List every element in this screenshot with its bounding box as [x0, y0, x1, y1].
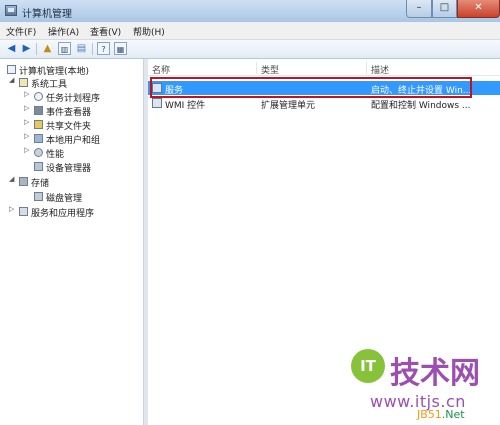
- expand-arrow-icon[interactable]: ▷: [24, 118, 32, 126]
- computer-management-icon: [5, 5, 17, 16]
- toolbar-separator: [36, 43, 37, 55]
- clock-icon: [34, 92, 43, 101]
- performance-icon: [34, 148, 43, 157]
- close-button[interactable]: ✕: [457, 0, 500, 18]
- expand-arrow-icon[interactable]: ▷: [24, 104, 32, 112]
- up-folder-icon[interactable]: ▲: [41, 42, 54, 55]
- menu-action[interactable]: 操作(A): [48, 25, 79, 38]
- column-header: 名称 类型 描述: [148, 59, 500, 76]
- forward-arrow-icon[interactable]: ▶: [20, 42, 33, 55]
- wmi-control-icon: [152, 98, 162, 108]
- expand-arrow-icon[interactable]: ▷: [24, 90, 32, 98]
- expand-arrow-icon[interactable]: ◢: [9, 175, 17, 183]
- properties-icon[interactable]: ▦: [114, 42, 127, 55]
- tools-icon: [19, 78, 28, 87]
- column-name[interactable]: 名称: [152, 63, 170, 76]
- column-description[interactable]: 描述: [371, 63, 389, 76]
- window-title: 计算机管理: [22, 9, 72, 20]
- expand-arrow-icon[interactable]: ▷: [24, 146, 32, 154]
- menu-view[interactable]: 查看(V): [90, 25, 121, 38]
- services-icon: [152, 83, 162, 93]
- cell-type: 扩展管理单元: [261, 101, 316, 111]
- column-divider[interactable]: [366, 62, 367, 74]
- menu-bar: 文件(F) 操作(A) 查看(V) 帮助(H): [0, 22, 500, 40]
- cell-description: 启动、终止并设置 Win...: [371, 86, 472, 96]
- show-hide-tree-icon[interactable]: ▥: [58, 42, 71, 55]
- event-viewer-icon: [34, 106, 43, 115]
- back-arrow-icon[interactable]: ◀: [5, 42, 18, 55]
- column-divider[interactable]: [256, 62, 257, 74]
- column-type[interactable]: 类型: [261, 63, 279, 76]
- watermark-secondary-url-part2: .Net: [441, 408, 465, 421]
- list-item-services[interactable]: 服务 启动、终止并设置 Win...: [148, 81, 500, 96]
- watermark-secondary-url: JB51.Net: [417, 408, 465, 421]
- cell-name: WMI 控件: [165, 101, 206, 111]
- toolbar-separator: [92, 43, 93, 55]
- minimize-button[interactable]: –: [406, 0, 432, 18]
- watermark-secondary-url-part1: JB51: [417, 408, 442, 421]
- services-apps-icon: [19, 207, 28, 216]
- toolbar: ◀ ▶ ▲ ▥ ▤ ? ▦: [0, 40, 500, 59]
- storage-icon: [19, 177, 28, 186]
- users-icon: [34, 134, 43, 143]
- watermark-site-name: 技术网: [390, 356, 480, 391]
- title-bar: 计算机管理 – □ ✕: [0, 0, 500, 23]
- cell-description: 配置和控制 Windows ...: [371, 101, 471, 111]
- computer-icon: [7, 65, 16, 74]
- expand-arrow-icon[interactable]: ◢: [9, 76, 17, 84]
- help-icon[interactable]: ?: [97, 42, 110, 55]
- shared-folder-icon: [34, 120, 43, 129]
- navigation-tree: 计算机管理(本地) ◢ 系统工具 ▷ 任务计划程序 ▷ 事件查看器 ▷ 共享文件…: [0, 59, 144, 425]
- expand-arrow-icon[interactable]: ▷: [9, 205, 17, 213]
- device-manager-icon: [34, 162, 43, 171]
- list-item-wmi-control[interactable]: WMI 控件 扩展管理单元 配置和控制 Windows ...: [148, 96, 500, 111]
- expand-arrow-icon[interactable]: ▷: [24, 132, 32, 140]
- disk-icon: [34, 192, 43, 201]
- watermark-logo: IT: [351, 349, 385, 383]
- maximize-button[interactable]: □: [432, 0, 457, 18]
- export-list-icon[interactable]: ▤: [75, 42, 88, 55]
- cell-name: 服务: [165, 86, 184, 96]
- menu-help[interactable]: 帮助(H): [133, 25, 165, 38]
- menu-file[interactable]: 文件(F): [6, 25, 36, 38]
